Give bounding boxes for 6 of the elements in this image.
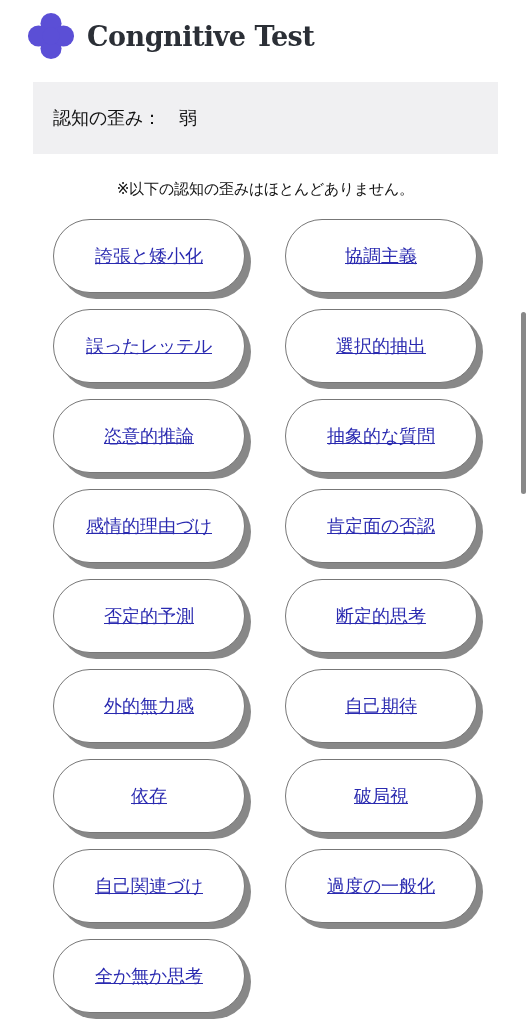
result-value: 弱 — [179, 106, 197, 130]
scrollbar[interactable] — [521, 312, 526, 494]
result-label: 認知の歪み： — [53, 106, 161, 130]
logo-icon — [27, 11, 75, 61]
note-text: ※以下の認知の歪みはほとんどありません。 — [115, 180, 416, 199]
app-title: Congnitive Test — [87, 20, 315, 52]
